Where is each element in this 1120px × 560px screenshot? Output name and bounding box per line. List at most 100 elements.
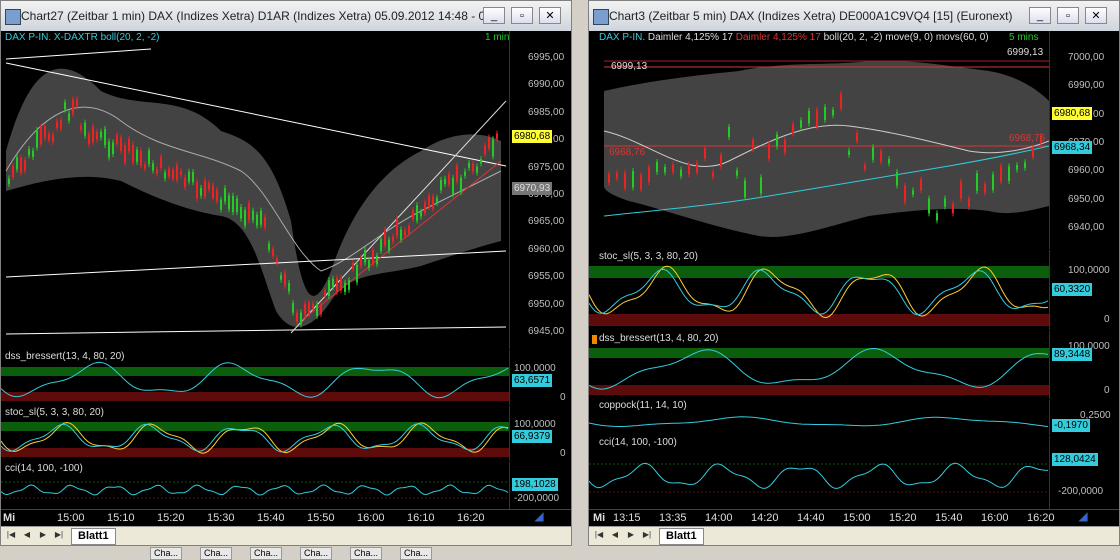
coppock-panel[interactable]: coppock(11, 14, 10) bbox=[589, 400, 1049, 435]
close-button[interactable]: ✕ bbox=[539, 7, 561, 24]
prev-sheet-icon[interactable]: ◀ bbox=[609, 529, 621, 541]
candle-body bbox=[172, 169, 174, 179]
time-label: 15:20 bbox=[157, 512, 185, 524]
candle-body bbox=[112, 142, 114, 155]
candle-body bbox=[88, 134, 90, 145]
candle-body bbox=[632, 171, 634, 188]
time-label: 14:00 bbox=[705, 512, 733, 524]
tab-blatt1[interactable]: Blatt1 bbox=[71, 528, 116, 545]
last-sheet-icon[interactable]: ▶| bbox=[641, 529, 653, 541]
dss-panel[interactable]: dss_bressert(13, 4, 80, 20) bbox=[1, 350, 509, 405]
candle-body bbox=[680, 169, 682, 177]
next-sheet-icon[interactable]: ▶ bbox=[37, 529, 49, 541]
stoc-value: 60,3320 bbox=[1052, 283, 1093, 296]
candle-body bbox=[292, 303, 294, 313]
price-axis: 6995,006990,006985,006980,006975,006970,… bbox=[509, 31, 571, 349]
trend-line-low bbox=[5, 326, 507, 335]
candle-body bbox=[20, 157, 22, 173]
candle-body bbox=[436, 197, 438, 204]
prev-sheet-icon[interactable]: ◀ bbox=[21, 529, 33, 541]
taskbar-item[interactable]: Cha... bbox=[150, 547, 183, 560]
price-panel[interactable]: DAX P-IN. X-DAXTR boll(20, 2, -2) 1 min bbox=[1, 31, 509, 349]
dss-tick-top: 100,0000 bbox=[514, 363, 556, 374]
taskbar-item[interactable]: Cha... bbox=[250, 547, 283, 560]
candle-body bbox=[252, 210, 254, 221]
candle-body bbox=[712, 172, 714, 177]
candle-body bbox=[168, 168, 170, 177]
first-sheet-icon[interactable]: |◀ bbox=[5, 529, 17, 541]
candle-body bbox=[480, 159, 482, 164]
price-panel[interactable]: DAX P-IN. Daimler 4,125% 17 Daimler 4,12… bbox=[589, 31, 1049, 249]
candle-body bbox=[164, 172, 166, 179]
candle-body bbox=[192, 171, 194, 183]
candle-body bbox=[440, 179, 442, 191]
window-title: Chart27 (Zeitbar 1 min) DAX (Indizes Xet… bbox=[21, 9, 496, 23]
zoom-icon[interactable]: ◢ bbox=[1077, 510, 1089, 522]
maximize-button[interactable]: ▫ bbox=[1057, 7, 1079, 24]
red-ma-label: 6968,76 bbox=[609, 147, 646, 158]
candle-body bbox=[704, 148, 706, 159]
cci-panel[interactable]: cci(14, 100, -100) bbox=[589, 436, 1049, 509]
candle-body bbox=[220, 199, 222, 210]
time-label: 13:15 bbox=[613, 512, 641, 524]
candle-body bbox=[148, 150, 150, 165]
candle-body bbox=[56, 121, 58, 128]
minimize-button[interactable]: _ bbox=[1029, 7, 1051, 24]
taskbar-item[interactable]: Cha... bbox=[400, 547, 433, 560]
candle-body bbox=[368, 260, 370, 268]
taskbar-item[interactable]: Cha... bbox=[350, 547, 383, 560]
candle-body bbox=[468, 162, 470, 168]
coppock-label: coppock(11, 14, 10) bbox=[599, 400, 687, 411]
price-tick-2: 6985,00 bbox=[528, 106, 565, 118]
candle-body bbox=[256, 214, 258, 226]
last-sheet-icon[interactable]: ▶| bbox=[53, 529, 65, 541]
candle-body bbox=[960, 181, 962, 199]
maximize-button[interactable]: ▫ bbox=[511, 7, 533, 24]
candle-body bbox=[212, 185, 214, 198]
next-sheet-icon[interactable]: ▶ bbox=[625, 529, 637, 541]
title-bar[interactable]: Chart3 (Zeitbar 5 min) DAX (Indizes Xetr… bbox=[589, 1, 1119, 32]
taskbar-item[interactable]: Cha... bbox=[200, 547, 233, 560]
title-bar[interactable]: Chart27 (Zeitbar 1 min) DAX (Indizes Xet… bbox=[1, 1, 571, 32]
candle-body bbox=[792, 124, 794, 134]
taskbar-item[interactable]: Cha... bbox=[300, 547, 333, 560]
price-axis: 7000,006990,006980,006970,006960,006950,… bbox=[1049, 31, 1119, 249]
candle-body bbox=[928, 198, 930, 214]
candle-body bbox=[384, 229, 386, 246]
candle-body bbox=[64, 102, 66, 110]
marker-price-box: 6970,93 bbox=[512, 182, 553, 195]
stoc-panel[interactable]: stoc_sl(5, 3, 3, 80, 20) bbox=[1, 406, 509, 461]
sheet-tabbar: |◀ ◀ ▶ ▶| Blatt1 bbox=[1, 526, 571, 545]
candle-body bbox=[484, 145, 486, 155]
minimize-button[interactable]: _ bbox=[483, 7, 505, 24]
tab-blatt1[interactable]: Blatt1 bbox=[659, 528, 704, 545]
candle-body bbox=[236, 198, 238, 213]
cci-panel[interactable]: cci(14, 100, -100) bbox=[1, 462, 509, 509]
zoom-icon[interactable]: ◢ bbox=[533, 510, 545, 522]
close-button[interactable]: ✕ bbox=[1085, 7, 1107, 24]
chart-label: DAX P-IN. X-DAXTR boll(20, 2, -2) bbox=[5, 32, 160, 43]
dss-tick-zero: 0 bbox=[1104, 385, 1110, 396]
time-label: 16:10 bbox=[407, 512, 435, 524]
dss-panel[interactable]: dss_bressert(13, 4, 80, 20) bbox=[589, 331, 1049, 399]
cci-value: 198,1028 bbox=[512, 478, 558, 491]
candle-body bbox=[240, 206, 242, 219]
candle-body bbox=[260, 210, 262, 225]
price-tick-0: 7000,00 bbox=[1068, 52, 1105, 63]
dss-value: 63,6571 bbox=[512, 374, 553, 387]
day-label: Mi bbox=[3, 512, 16, 524]
candle-body bbox=[608, 174, 610, 183]
candle-body bbox=[76, 99, 78, 107]
stoc-panel[interactable]: stoc_sl(5, 3, 3, 80, 20) bbox=[589, 250, 1049, 330]
candle-body bbox=[428, 195, 430, 208]
stoc-axis: 100,0000 66,9379 0 bbox=[509, 406, 571, 461]
candle-body bbox=[448, 174, 450, 185]
price-chart bbox=[5, 48, 507, 335]
candle-body bbox=[140, 150, 142, 166]
candle-body bbox=[420, 211, 422, 217]
candle-body bbox=[92, 126, 94, 143]
candle-body bbox=[648, 167, 650, 183]
first-sheet-icon[interactable]: |◀ bbox=[593, 529, 605, 541]
time-label: 16:00 bbox=[981, 512, 1009, 524]
stoc-tick-zero: 0 bbox=[560, 448, 566, 459]
